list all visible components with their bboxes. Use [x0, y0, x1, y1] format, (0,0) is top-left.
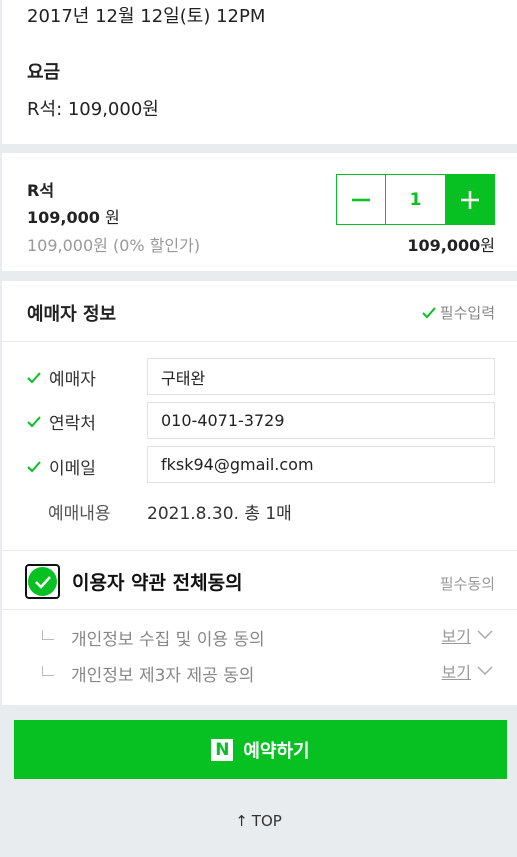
view-link-text: 보기	[441, 663, 471, 682]
naver-logo-icon: N	[211, 738, 234, 761]
booker-name-label-text: 예매자	[49, 370, 96, 390]
seat-discount: 109,000원 (0% 할인가)	[27, 236, 201, 255]
reserve-button[interactable]: N 예약하기	[14, 720, 507, 779]
phone-label: 연락처	[27, 409, 96, 434]
privacy-collect-view-link[interactable]: 보기	[442, 623, 493, 647]
required-input-note: 필수입력	[422, 302, 495, 323]
view-link-text: 보기	[441, 627, 471, 646]
booker-name-label: 예매자	[27, 365, 96, 390]
check-icon	[27, 415, 41, 427]
order-label: 예매내용	[48, 504, 111, 524]
privacy-collect-agreement: 개인정보 수집 및 이용 동의	[42, 625, 265, 650]
check-icon	[34, 575, 51, 589]
email-label: 이메일	[27, 454, 96, 479]
agree-all-toggle[interactable]: 이용자 약관 전체동의	[25, 564, 243, 599]
plus-icon	[461, 190, 479, 209]
quantity-stepper: 1	[336, 174, 495, 225]
total-price: 109,000원	[407, 232, 495, 256]
email-label-text: 이메일	[49, 459, 96, 479]
total-price-amount: 109,000	[407, 236, 481, 255]
privacy-third-party-agreement: 개인정보 제3자 제공 동의	[42, 661, 254, 686]
privacy-third-party-view-link[interactable]: 보기	[442, 659, 493, 683]
decrease-button[interactable]	[337, 175, 386, 224]
sub-item-corner-icon	[42, 665, 54, 676]
seat-name: R석	[27, 181, 55, 200]
booker-name-field[interactable]: 구태완	[147, 358, 495, 395]
chevron-down-icon	[477, 630, 493, 640]
increase-button[interactable]	[445, 175, 494, 224]
divider	[2, 550, 517, 551]
phone-label-text: 연락처	[49, 414, 96, 434]
reserve-button-label: 예약하기	[243, 740, 310, 762]
quantity-value[interactable]: 1	[386, 175, 445, 224]
event-date: 2017년 12월 12일(토) 12PM	[27, 6, 266, 27]
scroll-top-label: TOP	[251, 812, 282, 830]
agree-all-label: 이용자 약관 전체동의	[72, 572, 243, 594]
divider	[2, 609, 517, 610]
privacy-third-party-label: 개인정보 제3자 제공 동의	[71, 666, 255, 686]
booker-section-title: 예매자 정보	[27, 304, 117, 325]
minus-icon	[352, 198, 370, 201]
seat-price-unit: 원	[104, 208, 120, 227]
order-value: 2021.8.30. 총 1매	[147, 504, 292, 524]
total-price-unit: 원	[480, 236, 495, 255]
arrow-up-icon: ↑	[235, 812, 248, 830]
booker-info-card: 예매자 정보 필수입력 예매자 구태완 연락처 010-4071-3729 이메…	[2, 281, 517, 705]
seat-price: 109,000 원	[27, 204, 120, 228]
seat-price-amount: 109,000	[27, 208, 100, 227]
ticket-card: R석 109,000 원 109,000원 (0% 할인가) 1 109,000…	[2, 153, 517, 271]
check-icon	[27, 371, 41, 383]
fee-value: R석: 109,000원	[27, 99, 159, 120]
checked-icon	[28, 567, 57, 596]
event-info-card: 2017년 12월 12일(토) 12PM 요금 R석: 109,000원	[2, 0, 517, 144]
agree-required-label: 필수동의	[439, 575, 495, 593]
required-input-label: 필수입력	[439, 304, 495, 322]
check-icon	[422, 306, 436, 318]
agree-all-checkbox[interactable]	[25, 564, 60, 599]
privacy-collect-label: 개인정보 수집 및 이용 동의	[71, 630, 265, 650]
sub-item-corner-icon	[42, 629, 54, 640]
email-field[interactable]: fksk94@gmail.com	[147, 446, 495, 483]
fee-label: 요금	[27, 62, 61, 83]
phone-field[interactable]: 010-4071-3729	[147, 402, 495, 439]
divider	[2, 341, 517, 342]
scroll-top-link[interactable]: ↑ TOP	[0, 812, 517, 830]
check-icon	[27, 460, 41, 472]
chevron-down-icon	[477, 666, 493, 676]
